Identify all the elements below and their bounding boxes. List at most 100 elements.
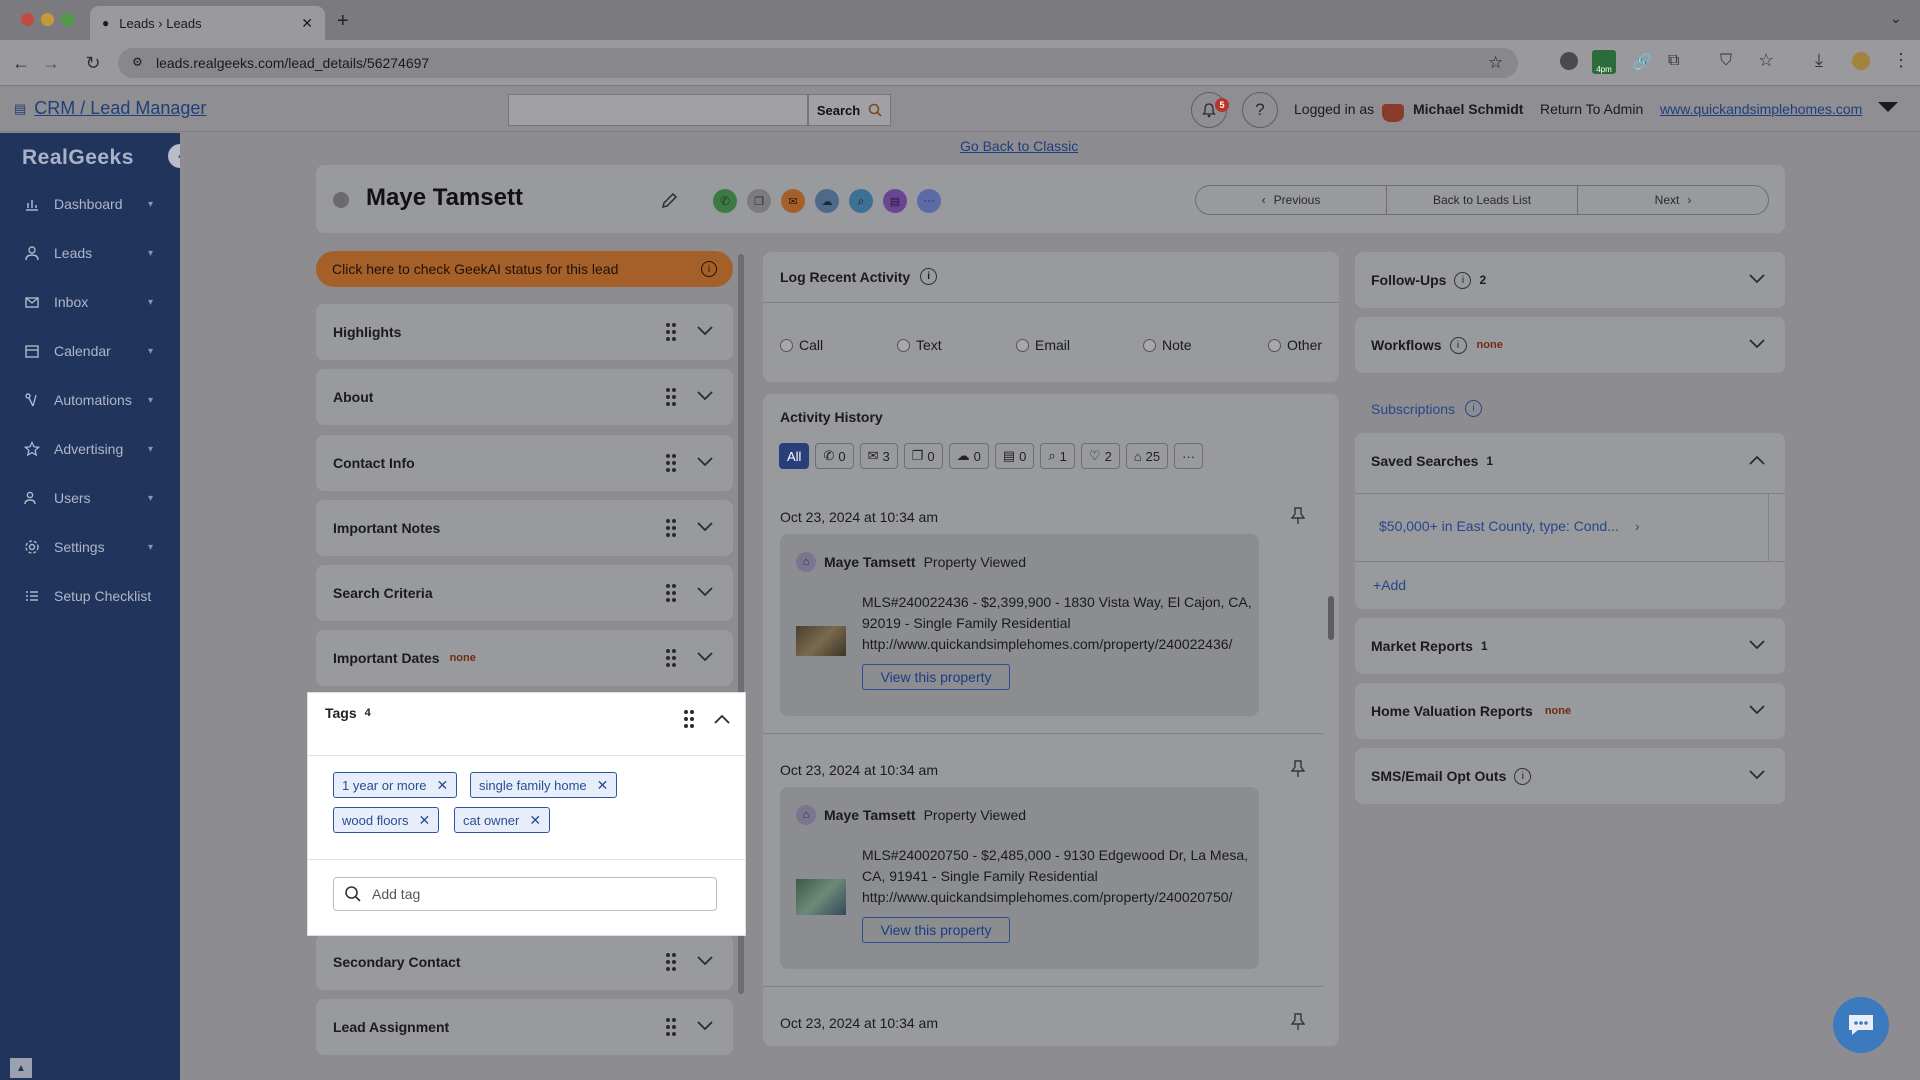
address-bar[interactable]: ⚙ leads.realgeeks.com/lead_details/56274… [118,48,1518,78]
previous-lead-button[interactable]: ‹ Previous [1196,186,1387,214]
section-important-dates[interactable]: Important Dates none [316,630,733,686]
document-action-button[interactable]: ▤ [883,189,907,213]
info-icon[interactable]: i [1454,271,1472,289]
more-actions-button[interactable]: ··· [917,189,941,213]
view-property-button[interactable]: View this property [862,917,1010,943]
drag-handle-icon[interactable] [665,952,677,972]
chevron-down-icon[interactable] [697,587,713,597]
log-other-radio[interactable]: Other [1268,337,1322,353]
section-contact-info[interactable]: Contact Info [316,435,733,491]
chevron-down-icon[interactable] [1749,705,1765,715]
browser-menu-icon[interactable]: ⋮ [1892,50,1910,71]
view-property-button[interactable]: View this property [862,664,1010,690]
chevron-down-icon[interactable] [1749,339,1765,349]
remove-tag-icon[interactable]: ✕ [529,812,541,829]
tags-header[interactable]: Tags 4 [325,705,730,728]
section-lead-assignment[interactable]: Lead Assignment [316,999,733,1055]
chevron-down-icon[interactable] [1749,770,1765,780]
tab-list-chevron-icon[interactable]: ⌄ [1890,10,1902,27]
call-action-button[interactable]: ✆ [713,189,737,213]
filter-searches[interactable]: ⌕ 1 [1040,443,1075,469]
site-info-icon[interactable]: ⚙ [132,55,143,69]
remove-tag-icon[interactable]: ✕ [597,777,609,794]
info-icon[interactable]: i [920,268,938,285]
sidebar-item-settings[interactable]: Settings ▾ [0,527,180,567]
section-sms-email-opt-outs[interactable]: SMS/Email Opt Outs i [1355,748,1785,804]
profile-avatar[interactable] [1852,52,1870,70]
help-button[interactable]: ? [1242,92,1278,128]
section-market-reports[interactable]: Market Reports 1 [1355,618,1785,674]
section-workflows[interactable]: Workflows i none [1355,317,1785,373]
filter-emails[interactable]: ✉ 3 [859,443,898,469]
global-search-input[interactable] [508,94,808,126]
info-icon[interactable]: i [1514,767,1532,785]
log-text-radio[interactable]: Text [897,337,942,353]
incognito-icon[interactable]: ⛉ [1720,52,1732,70]
chevron-down-icon[interactable] [697,391,713,401]
reload-icon[interactable]: ↻ [82,52,104,74]
puzzle-extension-icon[interactable]: ⧉ [1668,52,1679,70]
filter-properties[interactable]: ⌂ 25 [1125,443,1169,469]
subscriptions-link[interactable]: Subscriptions i [1371,400,1483,417]
drag-handle-icon[interactable] [665,322,677,342]
sidebar-expand-button[interactable]: ▲ [10,1058,32,1078]
remove-tag-icon[interactable]: ✕ [437,777,449,794]
chevron-down-icon[interactable] [697,1021,713,1031]
drag-handle-icon[interactable] [665,583,677,603]
chevron-down-icon[interactable] [697,956,713,966]
log-email-radio[interactable]: Email [1016,337,1070,353]
filter-favorites[interactable]: ♡ 2 [1080,443,1120,469]
text-action-button[interactable]: ❐ [747,189,771,213]
filter-calls[interactable]: ✆ 0 [815,443,854,469]
log-call-radio[interactable]: Call [780,337,823,353]
calendar-extension-icon[interactable]: 4pm [1592,50,1616,74]
drag-handle-icon[interactable] [665,387,677,407]
forward-icon[interactable]: → [40,52,62,74]
sidebar-item-dashboard[interactable]: Dashboard ▾ [0,184,180,224]
go-back-to-classic-link[interactable]: Go Back to Classic [960,138,1078,154]
pencil-icon[interactable] [660,190,680,210]
log-note-radio[interactable]: Note [1143,337,1192,353]
search-button[interactable]: Search [808,94,891,126]
section-follow-ups[interactable]: Follow-Ups i 2 [1355,252,1785,308]
browser-tab[interactable]: ● Leads › Leads ✕ [90,6,325,40]
new-tab-icon[interactable]: + [337,10,349,33]
saved-search-item[interactable]: $50,000+ in East County, type: Cond... › [1379,518,1640,534]
drag-handle-icon[interactable] [683,709,695,729]
tag-chip[interactable]: 1 year or more ✕ [333,772,458,798]
section-about[interactable]: About [316,369,733,425]
user-name[interactable]: Michael Schmidt [1413,101,1523,117]
filter-texts[interactable]: ❐ 0 [903,443,943,469]
extension-icon[interactable] [1560,52,1578,70]
filter-documents[interactable]: ▤ 0 [994,443,1035,469]
activity-history-scrollbar[interactable] [1328,596,1334,640]
sidebar-item-users[interactable]: Users ▾ [0,478,180,518]
chevron-down-icon[interactable] [697,522,713,532]
section-search-criteria[interactable]: Search Criteria [316,565,733,621]
chevron-down-icon[interactable] [697,326,713,336]
website-link[interactable]: www.quickandsimplehomes.com [1660,101,1862,117]
next-lead-button[interactable]: Next › [1578,186,1768,214]
info-icon[interactable]: i [1449,336,1467,354]
bookmarks-icon[interactable]: ☆ [1758,50,1774,71]
sidebar-item-leads[interactable]: Leads ▾ [0,233,180,273]
tag-chip[interactable]: cat owner ✕ [454,807,551,833]
section-secondary-contact[interactable]: Secondary Contact [316,934,733,990]
chevron-up-icon[interactable] [1749,455,1765,465]
geekai-status-button[interactable]: Click here to check GeekAI status for th… [316,251,733,287]
section-highlights[interactable]: Highlights [316,304,733,360]
tag-chip[interactable]: single family home ✕ [470,772,618,798]
close-tab-icon[interactable]: ✕ [301,15,313,32]
message-action-button[interactable]: ☁ [815,189,839,213]
saved-searches-header[interactable]: Saved Searches 1 [1355,433,1785,489]
close-window-button[interactable] [21,13,34,26]
drag-handle-icon[interactable] [665,648,677,668]
sidebar-item-automations[interactable]: Automations ▾ [0,380,180,420]
sidebar-item-inbox[interactable]: Inbox ▾ [0,282,180,322]
filter-more[interactable]: ··· [1174,443,1204,469]
chevron-down-icon[interactable] [697,652,713,662]
add-saved-search-button[interactable]: +Add [1373,577,1406,593]
section-important-notes[interactable]: Important Notes [316,500,733,556]
link-extension-icon[interactable]: 🔗 [1632,52,1652,72]
email-action-button[interactable]: ✉ [781,189,805,213]
